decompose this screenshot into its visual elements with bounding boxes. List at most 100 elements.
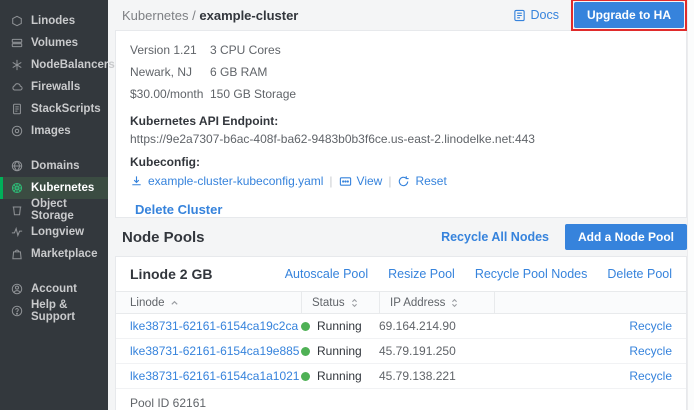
object-storage-icon	[11, 204, 23, 216]
spec-version: Version 1.21	[130, 43, 210, 57]
kubeconfig-row: example-cluster-kubeconfig.yaml | View |…	[130, 174, 672, 188]
sidebar-item-longview[interactable]: Longview	[0, 221, 108, 243]
sort-both-icon	[350, 298, 359, 308]
recycle-node-link[interactable]: Recycle	[629, 319, 672, 333]
status-text: Running	[317, 344, 362, 358]
recycle-pool-nodes-link[interactable]: Recycle Pool Nodes	[475, 267, 588, 281]
sidebar-item-nodebalancers[interactable]: NodeBalancers	[0, 54, 108, 76]
linodes-icon	[11, 15, 23, 27]
view-icon	[339, 175, 352, 188]
images-icon	[11, 125, 23, 137]
pool-id-footer: Pool ID 62161	[116, 389, 686, 410]
breadcrumb-section[interactable]: Kubernetes	[122, 8, 189, 23]
ip-address: 45.79.138.221	[379, 369, 456, 383]
breadcrumb-separator: /	[192, 8, 196, 23]
kubeconfig-filename: example-cluster-kubeconfig.yaml	[148, 174, 323, 188]
table-row: lke38731-62161-6154ca19e885 Running 45.7…	[116, 339, 686, 364]
kubeconfig-download-link[interactable]: example-cluster-kubeconfig.yaml	[130, 174, 323, 188]
table-header-row: Linode Status IP Address	[116, 291, 686, 314]
column-header-status[interactable]: Status	[301, 292, 379, 313]
spec-row: $30.00/month 150 GB Storage	[130, 83, 672, 105]
sidebar-item-volumes[interactable]: Volumes	[0, 32, 108, 54]
sidebar-item-label: Images	[31, 125, 71, 137]
status-text: Running	[317, 319, 362, 333]
table-row: lke38731-62161-6154ca1a1021 Running 45.7…	[116, 364, 686, 389]
upgrade-to-ha-button[interactable]: Upgrade to HA	[574, 2, 684, 28]
divider: |	[329, 174, 332, 188]
cluster-summary-card: Version 1.21 3 CPU Cores Newark, NJ 6 GB…	[115, 30, 687, 218]
node-link[interactable]: lke38731-62161-6154ca19c2ca	[130, 319, 298, 333]
marketplace-icon	[11, 248, 23, 260]
resize-pool-link[interactable]: Resize Pool	[388, 267, 455, 281]
docs-icon	[513, 9, 526, 22]
sidebar-item-help-support[interactable]: Help & Support	[0, 300, 108, 322]
divider: |	[388, 174, 391, 188]
view-label: View	[357, 174, 383, 188]
ip-address: 69.164.214.90	[379, 319, 456, 333]
domains-icon	[11, 160, 23, 172]
kubeconfig-reset-link[interactable]: Reset	[397, 174, 446, 188]
delete-pool-link[interactable]: Delete Pool	[607, 267, 672, 281]
reset-label: Reset	[415, 174, 446, 188]
delete-cluster-button[interactable]: Delete Cluster	[135, 202, 222, 217]
sidebar-item-label: Kubernetes	[31, 182, 94, 194]
node-link[interactable]: lke38731-62161-6154ca19e885	[130, 344, 299, 358]
add-node-pool-button[interactable]: Add a Node Pool	[565, 224, 687, 250]
sidebar-item-account[interactable]: Account	[0, 278, 108, 300]
sidebar-item-label: Longview	[31, 226, 84, 238]
sidebar-item-label: Help & Support	[31, 299, 108, 323]
sidebar-item-object-storage[interactable]: Object Storage	[0, 199, 108, 221]
vertical-scrollbar[interactable]	[687, 0, 694, 410]
pool-header: Linode 2 GB Autoscale Pool Resize Pool R…	[116, 257, 686, 291]
node-pools-actions: Recycle All Nodes Add a Node Pool	[441, 224, 687, 250]
autoscale-pool-link[interactable]: Autoscale Pool	[285, 267, 368, 281]
sidebar-item-label: Linodes	[31, 15, 75, 27]
main-content: Kubernetes / example-cluster Docs Upgrad…	[108, 0, 694, 410]
table-row: lke38731-62161-6154ca19c2ca Running 69.1…	[116, 314, 686, 339]
sidebar-item-linodes[interactable]: Linodes	[0, 10, 108, 32]
status-dot-running	[301, 347, 310, 356]
firewalls-icon	[11, 81, 23, 93]
node-link[interactable]: lke38731-62161-6154ca1a1021	[130, 369, 299, 383]
column-header-ip-address[interactable]: IP Address	[379, 292, 494, 313]
account-icon	[11, 283, 23, 295]
kubeconfig-view-link[interactable]: View	[339, 174, 383, 188]
sidebar-item-marketplace[interactable]: Marketplace	[0, 243, 108, 265]
sidebar-item-label: Account	[31, 283, 77, 295]
spec-row: Version 1.21 3 CPU Cores	[130, 39, 672, 61]
docs-link[interactable]: Docs	[513, 8, 559, 22]
longview-icon	[11, 226, 23, 238]
api-endpoint-label: Kubernetes API Endpoint:	[130, 114, 672, 128]
sidebar-item-stackscripts[interactable]: StackScripts	[0, 98, 108, 120]
nodebalancers-icon	[11, 59, 23, 71]
spec-row: Newark, NJ 6 GB RAM	[130, 61, 672, 83]
reset-icon	[397, 175, 410, 188]
recycle-node-link[interactable]: Recycle	[629, 369, 672, 383]
sidebar-item-images[interactable]: Images	[0, 120, 108, 142]
status-dot-running	[301, 372, 310, 381]
status-text: Running	[317, 369, 362, 383]
sort-both-icon	[450, 298, 459, 308]
sidebar-item-label: Firewalls	[31, 81, 80, 93]
spec-region: Newark, NJ	[130, 65, 210, 79]
spec-cpu: 3 CPU Cores	[210, 43, 281, 57]
sidebar-item-firewalls[interactable]: Firewalls	[0, 76, 108, 98]
status-dot-running	[301, 322, 310, 331]
download-icon	[130, 175, 143, 188]
sidebar-group-gap	[0, 265, 108, 278]
sidebar-item-domains[interactable]: Domains	[0, 155, 108, 177]
recycle-all-nodes-link[interactable]: Recycle All Nodes	[441, 230, 549, 244]
sidebar-item-label: Object Storage	[31, 198, 108, 222]
sidebar-item-kubernetes[interactable]: Kubernetes	[0, 177, 108, 199]
sidebar-item-label: Marketplace	[31, 248, 97, 260]
column-header-linode[interactable]: Linode	[116, 292, 301, 313]
sidebar-item-label: Volumes	[31, 37, 78, 49]
recycle-node-link[interactable]: Recycle	[629, 344, 672, 358]
sidebar-group-gap	[0, 142, 108, 155]
kubeconfig-label: Kubeconfig:	[130, 155, 672, 169]
help-icon	[11, 305, 23, 317]
api-endpoint-url: https://9e2a7307-b6ac-408f-ba62-9483b0b3…	[130, 132, 672, 146]
topbar-actions: Docs Upgrade to HA	[513, 0, 687, 31]
annotation-highlight-box: Upgrade to HA	[571, 0, 687, 31]
sidebar-item-label: StackScripts	[31, 103, 101, 115]
